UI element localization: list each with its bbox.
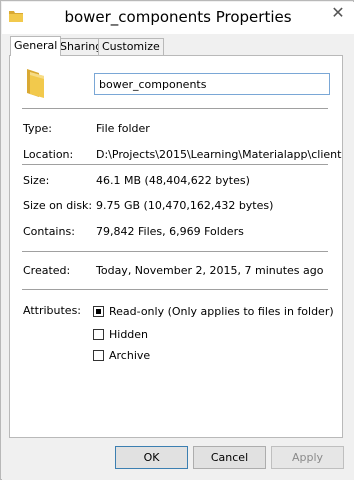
readonly-label[interactable]: Read-only (Only applies to files in fold… — [109, 305, 334, 318]
contains-value: 79,842 Files, 6,969 Folders — [96, 225, 244, 238]
archive-checkbox[interactable] — [93, 350, 104, 361]
apply-button[interactable]: Apply — [271, 446, 344, 469]
tab-customize[interactable]: Customize — [98, 38, 164, 55]
separator — [22, 164, 328, 165]
created-label: Created: — [23, 264, 71, 277]
location-value: D:\Projects\2015\Learning\Materialapp\cl… — [96, 148, 342, 161]
hidden-label[interactable]: Hidden — [109, 328, 148, 341]
folder-name-input[interactable] — [94, 73, 330, 95]
title-bar[interactable]: bower_components Properties ✕ — [2, 2, 354, 34]
general-panel — [9, 55, 343, 438]
hidden-checkbox[interactable] — [93, 329, 104, 340]
type-value: File folder — [96, 122, 150, 135]
location-label: Location: — [23, 148, 74, 161]
type-label: Type: — [23, 122, 52, 135]
size-label: Size: — [23, 174, 50, 187]
separator — [22, 108, 328, 109]
separator — [22, 251, 328, 252]
close-icon: ✕ — [331, 2, 345, 22]
attributes-label: Attributes: — [23, 304, 82, 317]
size-on-disk-value: 9.75 GB (10,470,162,432 bytes) — [96, 199, 274, 212]
created-value: Today, November 2, 2015, 7 minutes ago — [96, 264, 324, 277]
archive-label[interactable]: Archive — [109, 349, 150, 362]
size-on-disk-label: Size on disk: — [23, 199, 93, 212]
folder-icon — [27, 69, 44, 98]
cancel-button[interactable]: Cancel — [193, 446, 266, 469]
close-button[interactable]: ✕ — [324, 2, 352, 22]
contains-label: Contains: — [23, 225, 75, 238]
tab-general[interactable]: General — [10, 36, 62, 56]
readonly-checkbox[interactable] — [93, 306, 104, 317]
window-title: bower_components Properties — [64, 8, 292, 26]
size-value: 46.1 MB (48,404,622 bytes) — [96, 174, 250, 187]
ok-button[interactable]: OK — [115, 446, 188, 469]
separator — [22, 289, 328, 290]
